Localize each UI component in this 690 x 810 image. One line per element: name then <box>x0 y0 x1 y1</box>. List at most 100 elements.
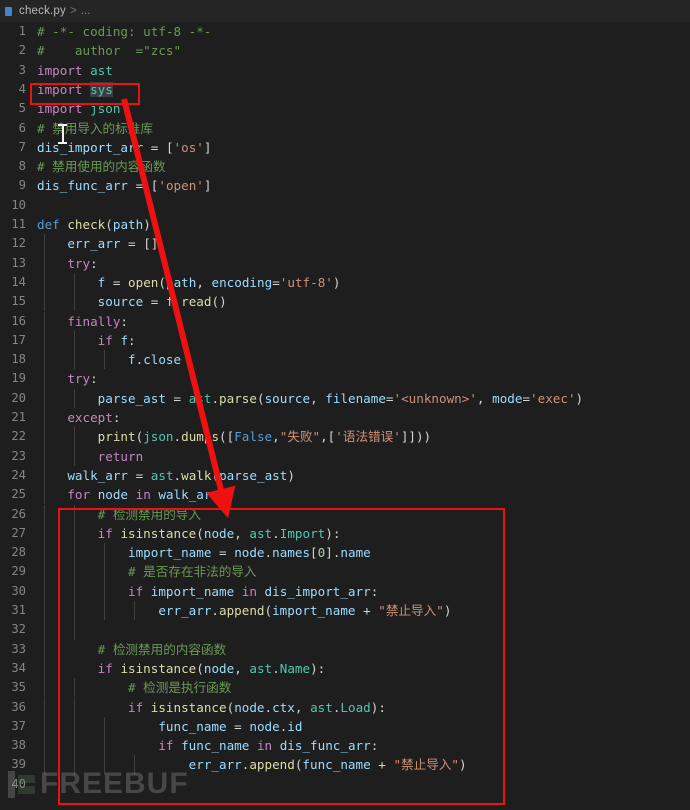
line-text: if f: <box>37 331 136 350</box>
code-line[interactable]: 30 if import_name in dis_import_arr: <box>0 582 46 601</box>
code-line[interactable]: 12 err_arr = [] <box>0 234 46 253</box>
line-text: # -*- coding: utf-8 -*- <box>37 22 211 41</box>
code-line[interactable]: 10 <box>0 196 46 215</box>
line-number: 4 <box>0 80 26 99</box>
code-line[interactable]: 22 print(json.dumps([False,"失败",['语法错误']… <box>0 427 46 446</box>
line-text: f = open(path, encoding='utf-8') <box>37 273 340 292</box>
code-line[interactable]: 16 finally: <box>0 312 46 331</box>
code-line[interactable]: 1 # -*- coding: utf-8 -*- <box>0 22 46 41</box>
line-number: 2 <box>0 41 26 60</box>
line-text: walk_arr = ast.walk(parse_ast) <box>37 466 295 485</box>
code-line[interactable]: 14 f = open(path, encoding='utf-8') <box>0 273 46 292</box>
line-text: import ast <box>37 61 113 80</box>
code-line[interactable]: 33 # 检测禁用的内容函数 <box>0 640 46 659</box>
code-line[interactable]: 38 if func_name in dis_func_arr: <box>0 736 46 755</box>
code-line[interactable]: 19 try: <box>0 369 46 388</box>
line-number: 26 <box>0 505 26 524</box>
indent-guide <box>44 620 45 639</box>
line-number: 3 <box>0 61 26 80</box>
line-text: import_name = node.names[0].name <box>37 543 371 562</box>
code-line[interactable]: 15 source = f.read() <box>0 292 46 311</box>
line-number: 27 <box>0 524 26 543</box>
line-text: f.close <box>37 350 181 369</box>
line-text: import sys <box>37 80 113 99</box>
code-line[interactable]: 21 except: <box>0 408 46 427</box>
line-number: 11 <box>0 215 26 234</box>
code-line[interactable]: 37 func_name = node.id <box>0 717 46 736</box>
breadcrumb[interactable]: check.py > ... <box>0 0 690 22</box>
code-line[interactable]: 26 # 检测禁用的导入 <box>0 505 46 524</box>
code-line[interactable]: 20 parse_ast = ast.parse(source, filenam… <box>0 389 46 408</box>
code-line[interactable]: 27 if isinstance(node, ast.Import): <box>0 524 46 543</box>
code-line[interactable]: 40 <box>0 775 46 794</box>
line-text: err_arr.append(func_name + "禁止导入") <box>37 755 467 774</box>
line-text: for node in walk_arr: <box>37 485 227 504</box>
code-line[interactable]: 8 # 禁用使用的内容函数 <box>0 157 46 176</box>
line-text: # 是否存在非法的导入 <box>37 562 257 581</box>
line-number: 1 <box>0 22 26 41</box>
code-line[interactable]: 31 err_arr.append(import_name + "禁止导入") <box>0 601 46 620</box>
code-line[interactable]: 39 err_arr.append(func_name + "禁止导入") <box>0 755 46 774</box>
line-number: 25 <box>0 485 26 504</box>
code-line[interactable]: 5 import json <box>0 99 46 118</box>
code-line[interactable]: 36 if isinstance(node.ctx, ast.Load): <box>0 698 46 717</box>
line-text: except: <box>37 408 120 427</box>
line-number: 16 <box>0 312 26 331</box>
line-text: source = f.read() <box>37 292 227 311</box>
code-line[interactable]: 6 # 禁用导入的标准库 <box>0 119 46 138</box>
line-number: 8 <box>0 157 26 176</box>
line-number: 12 <box>0 234 26 253</box>
line-text: # 检测是执行函数 <box>37 678 231 697</box>
line-text: err_arr = [] <box>37 234 158 253</box>
breadcrumb-overflow[interactable]: ... <box>81 5 91 17</box>
code-line[interactable]: 24 walk_arr = ast.walk(parse_ast) <box>0 466 46 485</box>
code-line[interactable]: 28 import_name = node.names[0].name <box>0 543 46 562</box>
code-line[interactable]: 34 if isinstance(node, ast.Name): <box>0 659 46 678</box>
code-editor[interactable]: 1 # -*- coding: utf-8 -*- 2 # author ="z… <box>0 22 690 810</box>
line-number: 38 <box>0 736 26 755</box>
line-text: # 检测禁用的内容函数 <box>37 640 226 659</box>
line-text: if isinstance(node.ctx, ast.Load): <box>37 698 386 717</box>
line-text: err_arr.append(import_name + "禁止导入") <box>37 601 451 620</box>
line-number: 28 <box>0 543 26 562</box>
line-text: # 检测禁用的导入 <box>37 505 201 524</box>
breadcrumb-file-name[interactable]: check.py <box>19 5 66 17</box>
code-line[interactable]: 7 dis_import_arr = ['os'] <box>0 138 46 157</box>
line-number: 37 <box>0 717 26 736</box>
code-line[interactable]: 18 f.close <box>0 350 46 369</box>
code-line[interactable]: 2 # author ="zcs" <box>0 41 46 60</box>
breadcrumb-separator-icon: > <box>70 5 77 17</box>
code-line[interactable]: 3 import ast <box>0 61 46 80</box>
line-number: 36 <box>0 698 26 717</box>
code-line[interactable]: 9 dis_func_arr = ['open'] <box>0 176 46 195</box>
code-line[interactable]: 13 try: <box>0 254 46 273</box>
line-number: 39 <box>0 755 26 774</box>
line-text: # author ="zcs" <box>37 41 181 60</box>
code-line[interactable]: 17 if f: <box>0 331 46 350</box>
line-number: 13 <box>0 254 26 273</box>
code-line[interactable]: 23 return <box>0 447 46 466</box>
line-number: 19 <box>0 369 26 388</box>
code-line[interactable]: 32 <box>0 620 46 639</box>
line-number: 14 <box>0 273 26 292</box>
code-line[interactable]: 29 # 是否存在非法的导入 <box>0 562 46 581</box>
code-line[interactable]: 35 # 检测是执行函数 <box>0 678 46 697</box>
line-text: if isinstance(node, ast.Import): <box>37 524 340 543</box>
line-number: 32 <box>0 620 26 639</box>
code-line[interactable]: 25 for node in walk_arr: <box>0 485 46 504</box>
line-text: print(json.dumps([False,"失败",['语法错误']])) <box>37 427 431 446</box>
code-line[interactable]: 4 import sys <box>0 80 46 99</box>
line-number: 18 <box>0 350 26 369</box>
line-number: 20 <box>0 389 26 408</box>
line-text: dis_import_arr = ['os'] <box>37 138 211 157</box>
line-number: 6 <box>0 119 26 138</box>
line-number: 9 <box>0 176 26 195</box>
indent-guide <box>74 620 75 639</box>
line-text: # 禁用导入的标准库 <box>37 119 153 138</box>
line-number: 40 <box>0 775 26 794</box>
line-number: 22 <box>0 427 26 446</box>
line-text: import json <box>37 99 120 118</box>
line-text: try: <box>37 254 98 273</box>
code-line[interactable]: 11 def check(path) <box>0 215 46 234</box>
line-text: parse_ast = ast.parse(source, filename='… <box>37 389 583 408</box>
